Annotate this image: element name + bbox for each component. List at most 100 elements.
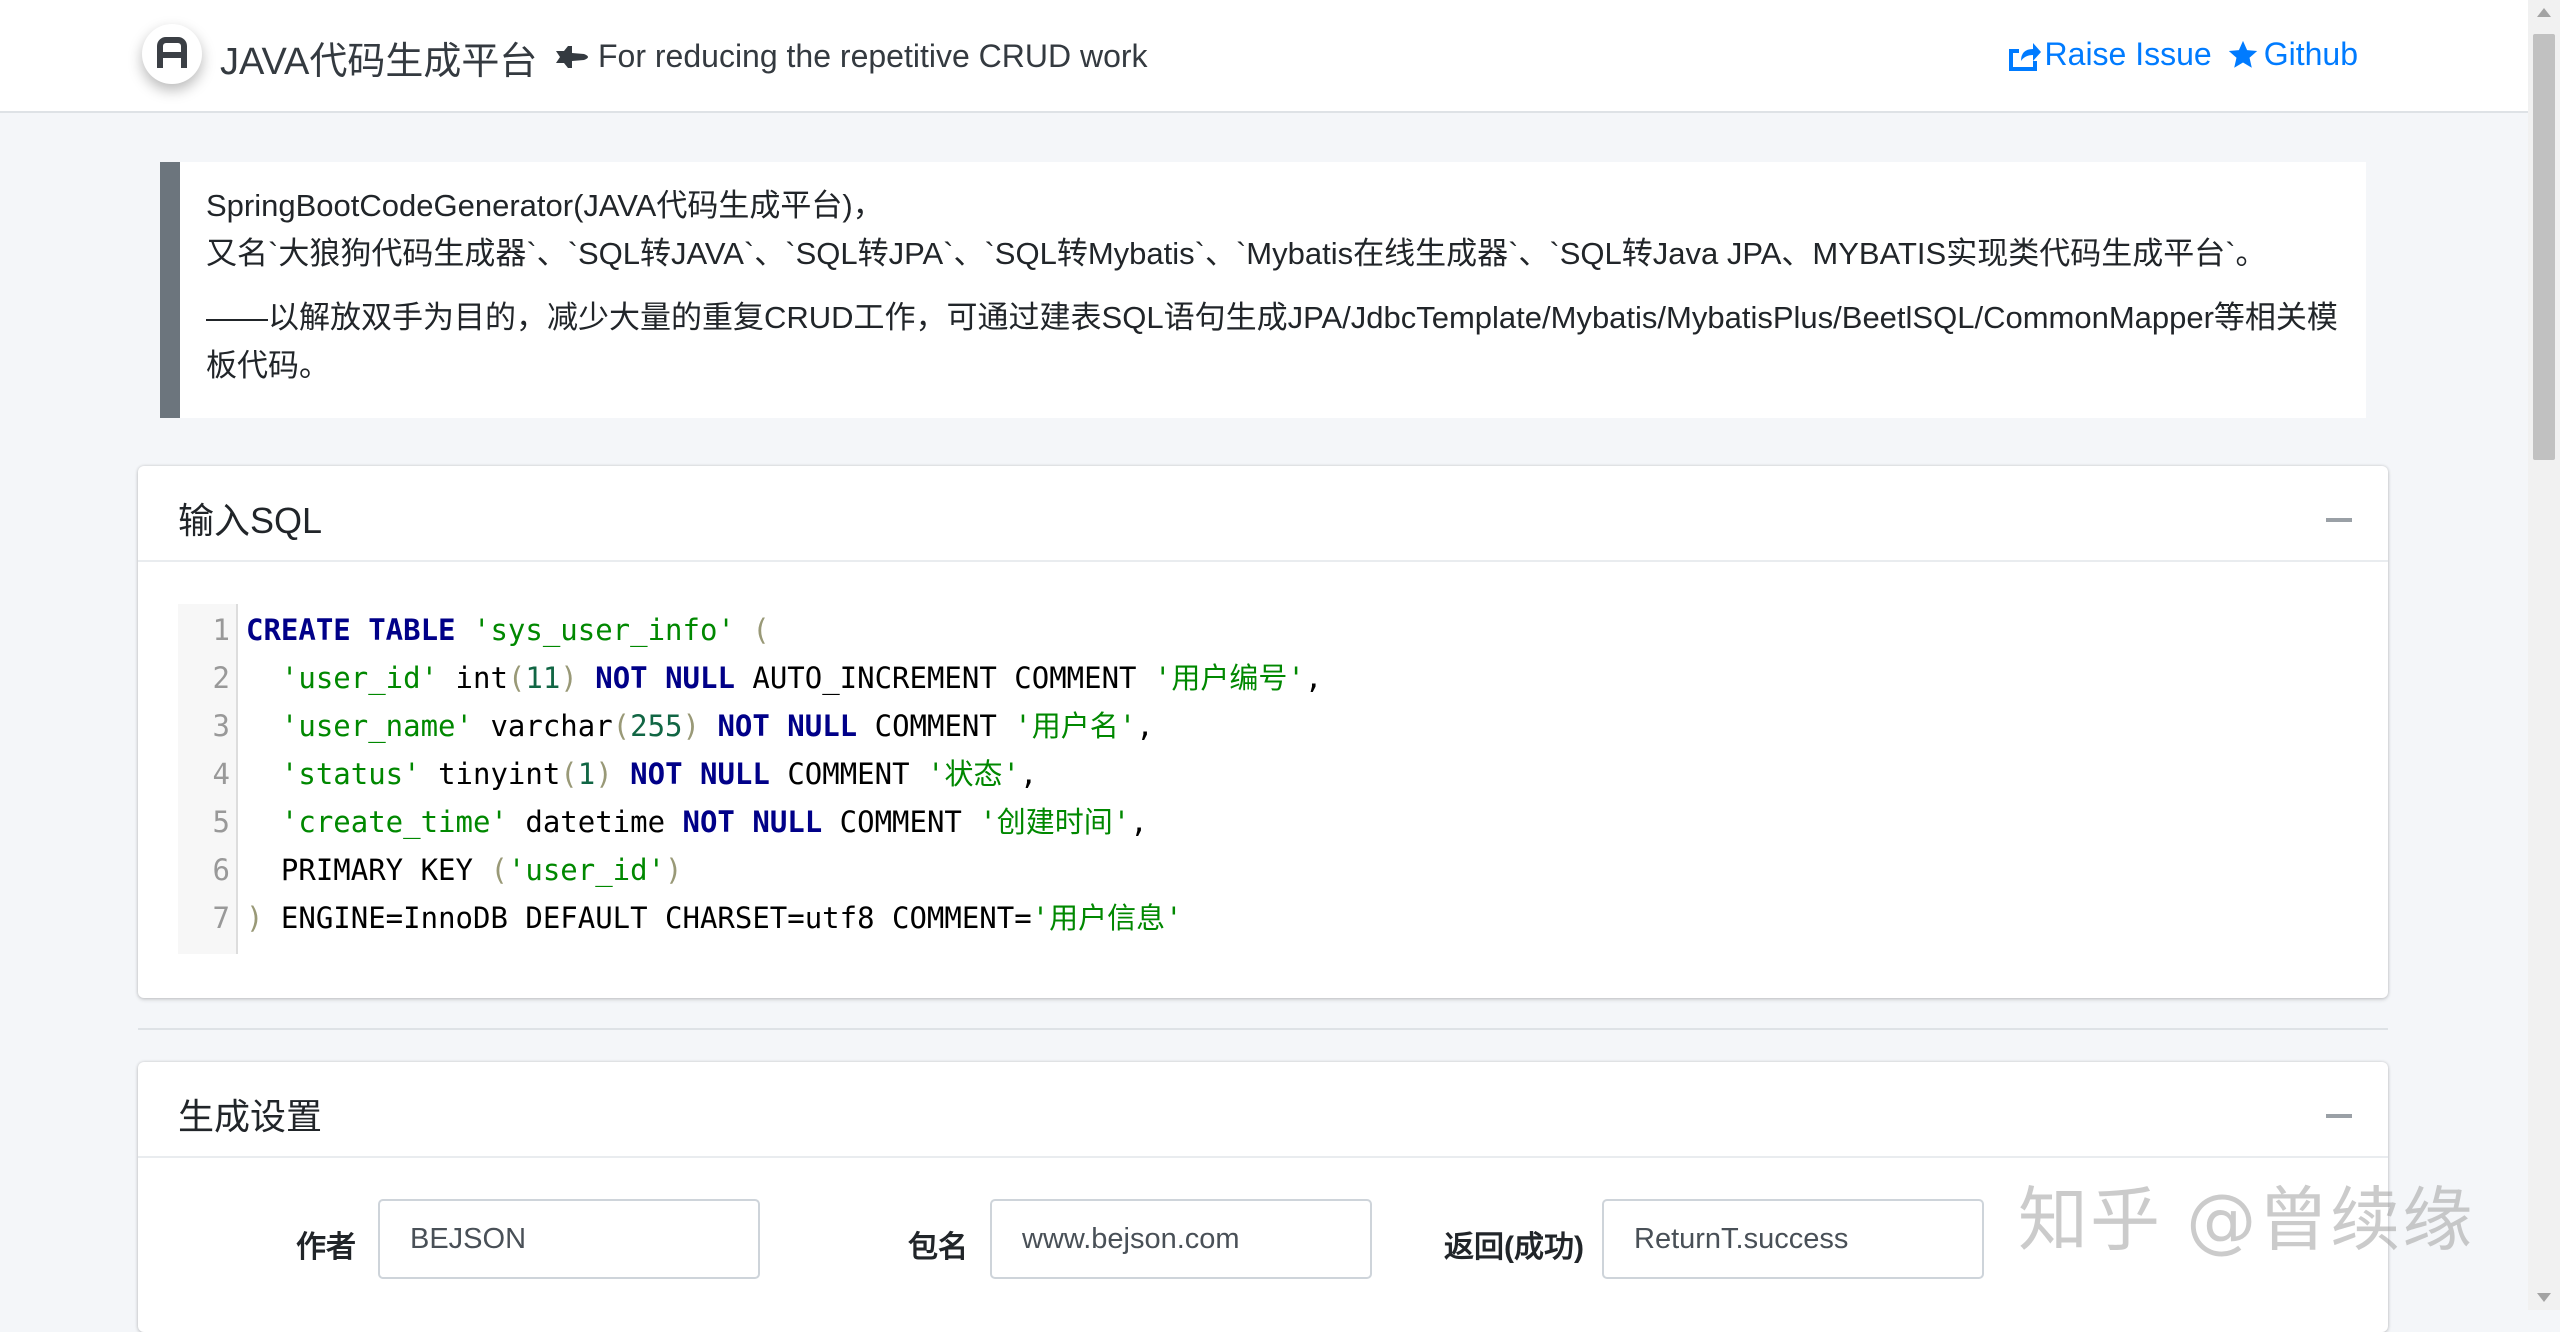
code-text: 'status' tinyint(1) NOT NULL COMMENT '状态… [246,750,1037,798]
code-token: varchar [472,709,613,743]
return-success-label: 返回(成功) [1444,1231,1584,1264]
code-token: datetime [507,805,683,839]
code-token: 'status' [280,757,421,791]
code-token: ) [595,757,613,791]
line-number: 4 [212,757,230,791]
code-token: 'create_time' [280,805,508,839]
space-shuttle-icon [556,45,588,68]
line-number: 3 [212,709,230,743]
collapse-minus-icon[interactable] [2326,1106,2352,1124]
code-line: 3 'user_name' varchar(255) NOT NULL COMM… [178,702,1154,750]
code-token: NOT NULL [595,661,735,695]
code-token: , [1130,805,1148,839]
code-token: 'user_id' [507,853,666,887]
code-line: 5 'create_time' datetime NOT NULL COMMEN… [178,798,1148,846]
code-line: 6 PRIMARY KEY ('user_id') [178,846,683,894]
code-line: 4 'status' tinyint(1) NOT NULL COMMENT '… [178,750,1038,798]
scroll-thumb[interactable] [2533,34,2555,460]
intro-line-3: ——以解放双手为目的，减少大量的重复CRUD工作，可通过建表SQL语句生成JPA… [206,300,2338,383]
code-text: 'user_id' int(11) NOT NULL AUTO_INCREMEN… [246,654,1322,702]
code-token: PRIMARY KEY [246,853,491,887]
code-token: ( [612,709,631,743]
code-token: ( [752,613,770,647]
code-token: , [1019,757,1038,791]
line-number: 6 [212,853,230,887]
code-line: 7) ENGINE=InnoDB DEFAULT CHARSET=utf8 CO… [178,894,1183,942]
code-token: AUTO_INCREMENT COMMENT [734,661,1154,695]
code-token: tinyint [420,757,561,791]
code-text: 'create_time' datetime NOT NULL COMMENT … [246,798,1148,846]
page-scrollbar[interactable] [2528,0,2560,1310]
sql-input-card: 输入SQL 1 CREATE TABLE 'sys_user_info' (2 '… [138,466,2388,998]
line-number: 5 [212,805,230,839]
author-input[interactable] [378,1199,760,1279]
line-number: 1 [212,613,230,647]
package-input[interactable] [990,1199,1372,1279]
scroll-up-arrow-icon[interactable] [2537,8,2551,17]
code-token: COMMENT [822,805,980,839]
sql-code-editor[interactable]: 1 CREATE TABLE 'sys_user_info' (2 'user_i… [178,604,2354,958]
collapse-minus-icon[interactable] [2326,510,2352,528]
code-token: COMMENT [857,709,1015,743]
code-token: ( [507,661,526,695]
intro-line-1: SpringBootCodeGenerator(JAVA代码生成平台)， [206,188,884,223]
return-success-input[interactable] [1602,1199,1984,1279]
raise-issue-label: Raise Issue [2044,36,2212,72]
settings-card-header: 生成设置 [138,1062,2388,1158]
sql-card-header: 输入SQL [138,466,2388,562]
code-token: ) [682,709,700,743]
code-token: , [1304,661,1323,695]
code-token: NOT NULL [682,805,823,839]
code-token: 'sys_user_info' [472,613,735,647]
code-token: 1 [577,757,596,791]
code-text: CREATE TABLE 'sys_user_info' ( [246,606,770,654]
package-label: 包名 [908,1231,968,1264]
code-token: NOT NULL [717,709,858,743]
line-number: 7 [212,901,230,935]
code-token: 11 [525,661,561,695]
code-token: '创建时间' [979,805,1131,839]
intro-line-2: 又名`大狼狗代码生成器`、`SQL转JAVA`、`SQL转JPA`、`SQL转M… [206,236,2267,271]
brand-logo[interactable] [142,24,202,84]
code-token: NOT NULL [630,757,770,791]
code-token: 'user_id' [280,661,439,695]
code-token: COMMENT [769,757,927,791]
code-token: 255 [630,709,683,743]
github-label: Github [2263,36,2358,72]
code-token: ( [490,853,508,887]
code-line: 2 'user_id' int(11) NOT NULL AUTO_INCREM… [178,654,1323,702]
code-token: ) [246,901,264,935]
code-text: ) ENGINE=InnoDB DEFAULT CHARSET=utf8 COM… [246,894,1183,942]
code-token: ) [665,853,683,887]
code-token: '状态' [927,757,1020,791]
code-token: , [1136,709,1154,743]
sql-card-title: 输入SQL [178,500,323,541]
top-navbar: JAVA代码生成平台 For reducing the repetitive C… [0,0,2528,113]
code-token: CREATE TABLE [246,613,456,647]
scroll-down-arrow-icon[interactable] [2537,1293,2551,1302]
line-number: 2 [212,661,230,695]
nav-links: Raise Issue Github [2005,36,2358,73]
tagline-text: For reducing the repetitive CRUD work [598,38,1148,74]
code-token: '用户名' [1014,709,1137,743]
tagline: For reducing the repetitive CRUD work [554,38,1148,75]
brand-title[interactable]: JAVA代码生成平台 [220,30,537,85]
code-token: '用户编号' [1153,661,1305,695]
github-link[interactable]: Github [2226,36,2358,73]
intro-callout: SpringBootCodeGenerator(JAVA代码生成平台)， 又名`… [160,162,2366,418]
settings-card-title: 生成设置 [178,1096,323,1137]
code-token: ENGINE=InnoDB DEFAULT CHARSET=utf8 COMME… [263,901,1032,935]
zhihu-watermark: 知乎 @曾续缘 [2018,1179,2475,1261]
code-line: 1 CREATE TABLE 'sys_user_info' ( [178,606,770,654]
raise-issue-link[interactable]: Raise Issue [2005,36,2212,73]
code-text: PRIMARY KEY ('user_id') [246,846,683,894]
